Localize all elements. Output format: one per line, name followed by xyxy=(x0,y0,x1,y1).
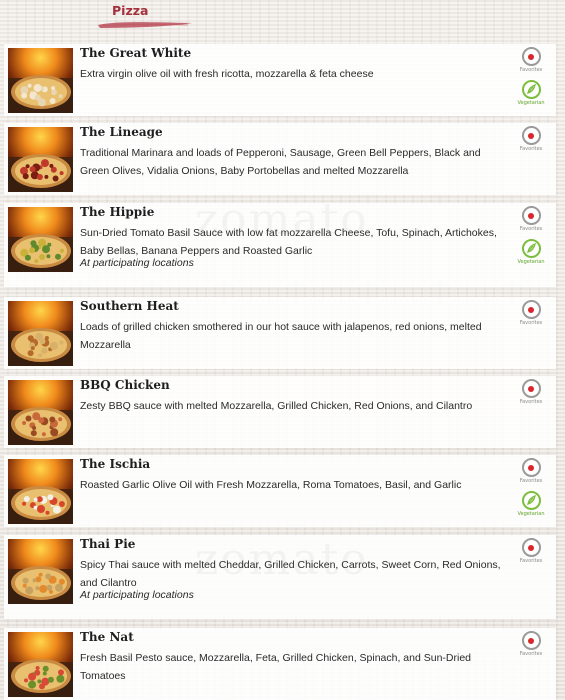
favorites-icon xyxy=(521,379,541,398)
favorites-button[interactable]: Favorites xyxy=(514,458,548,485)
vegetarian-leaf-icon xyxy=(521,80,541,99)
favorites-label: Favorites xyxy=(519,226,543,232)
menu-item-note: At participating locations xyxy=(80,257,194,269)
menu-item-card: The Hippie Sun-Dried Tomato Basil Sauce w… xyxy=(4,203,556,287)
menu-item-description: Loads of grilled chicken smothered in ou… xyxy=(80,321,482,351)
vegetarian-label: Vegetarian xyxy=(517,100,545,106)
favorites-label: Favorites xyxy=(519,478,543,484)
menu-item-description: Sun-Dried Tomato Basil Sauce with low fa… xyxy=(80,227,497,257)
menu-item-description: Zesty BBQ sauce with melted Mozzarella, … xyxy=(80,400,473,412)
favorites-icon xyxy=(521,206,541,225)
vegetarian-badge: Vegetarian xyxy=(514,491,548,518)
menu-item-name: The Hippie xyxy=(80,205,155,219)
brush-stroke-underline xyxy=(98,22,192,28)
menu-item-description: Extra virgin olive oil with fresh ricott… xyxy=(80,68,374,80)
menu-item-card: The Nat Fresh Basil Pesto sauce, Mozzarel… xyxy=(4,628,556,700)
vegetarian-label: Vegetarian xyxy=(517,511,545,517)
pizza-photo xyxy=(8,207,73,272)
menu-item-name: Thai Pie xyxy=(80,537,136,551)
favorites-icon xyxy=(521,458,541,477)
favorites-icon xyxy=(521,126,541,145)
favorites-button[interactable]: Favorites xyxy=(514,631,548,658)
vegetarian-badge: Vegetarian xyxy=(514,80,548,107)
menu-item-card: BBQ Chicken Zesty BBQ sauce with melted M… xyxy=(4,376,556,448)
pizza-photo xyxy=(8,459,73,524)
menu-item-name: The Ischia xyxy=(80,457,151,471)
menu-item-name: Southern Heat xyxy=(80,299,179,313)
favorites-icon xyxy=(521,300,541,319)
menu-item-card: The Great White Extra virgin olive oil wi… xyxy=(4,44,556,116)
menu-item-card: Thai Pie Spicy Thai sauce with melted Che… xyxy=(4,535,556,619)
vegetarian-label: Vegetarian xyxy=(517,259,545,265)
pizza-photo xyxy=(8,632,73,697)
menu-item-card: Southern Heat Loads of grilled chicken sm… xyxy=(4,297,556,369)
favorites-label: Favorites xyxy=(519,67,543,73)
favorites-label: Favorites xyxy=(519,146,543,152)
section-title: Pizza xyxy=(112,3,149,18)
menu-item-note: At participating locations xyxy=(80,589,194,601)
favorites-button[interactable]: Favorites xyxy=(514,300,548,327)
pizza-photo xyxy=(8,48,73,113)
favorites-label: Favorites xyxy=(519,320,543,326)
favorites-button[interactable]: Favorites xyxy=(514,538,548,565)
pizza-photo xyxy=(8,301,73,366)
pizza-photo xyxy=(8,127,73,192)
vegetarian-leaf-icon xyxy=(521,239,541,258)
menu-item-description: Fresh Basil Pesto sauce, Mozzarella, Fet… xyxy=(80,652,472,682)
menu-item-name: BBQ Chicken xyxy=(80,378,170,392)
menu-item-description: Roasted Garlic Olive Oil with Fresh Mozz… xyxy=(80,479,462,491)
section-header: Pizza xyxy=(0,0,565,40)
vegetarian-badge: Vegetarian xyxy=(514,239,548,266)
menu-item-name: The Lineage xyxy=(80,125,163,139)
favorites-label: Favorites xyxy=(519,399,543,405)
menu-item-description: Traditional Marinara and loads of Pepper… xyxy=(80,147,481,177)
menu-item-name: The Great White xyxy=(80,46,192,60)
menu-item-name: The Nat xyxy=(80,630,134,644)
favorites-button[interactable]: Favorites xyxy=(514,206,548,233)
menu-item-card: The Lineage Traditional Marinara and load… xyxy=(4,123,556,195)
favorites-label: Favorites xyxy=(519,651,543,657)
favorites-icon xyxy=(521,631,541,650)
vegetarian-leaf-icon xyxy=(521,491,541,510)
menu-item-description: Spicy Thai sauce with melted Cheddar, Gr… xyxy=(80,559,501,589)
favorites-button[interactable]: Favorites xyxy=(514,47,548,74)
menu-item-card: The Ischia Roasted Garlic Olive Oil with … xyxy=(4,455,556,527)
favorites-button[interactable]: Favorites xyxy=(514,379,548,406)
favorites-icon xyxy=(521,47,541,66)
pizza-photo xyxy=(8,380,73,445)
favorites-icon xyxy=(521,538,541,557)
favorites-button[interactable]: Favorites xyxy=(514,126,548,153)
pizza-photo xyxy=(8,539,73,604)
favorites-label: Favorites xyxy=(519,558,543,564)
